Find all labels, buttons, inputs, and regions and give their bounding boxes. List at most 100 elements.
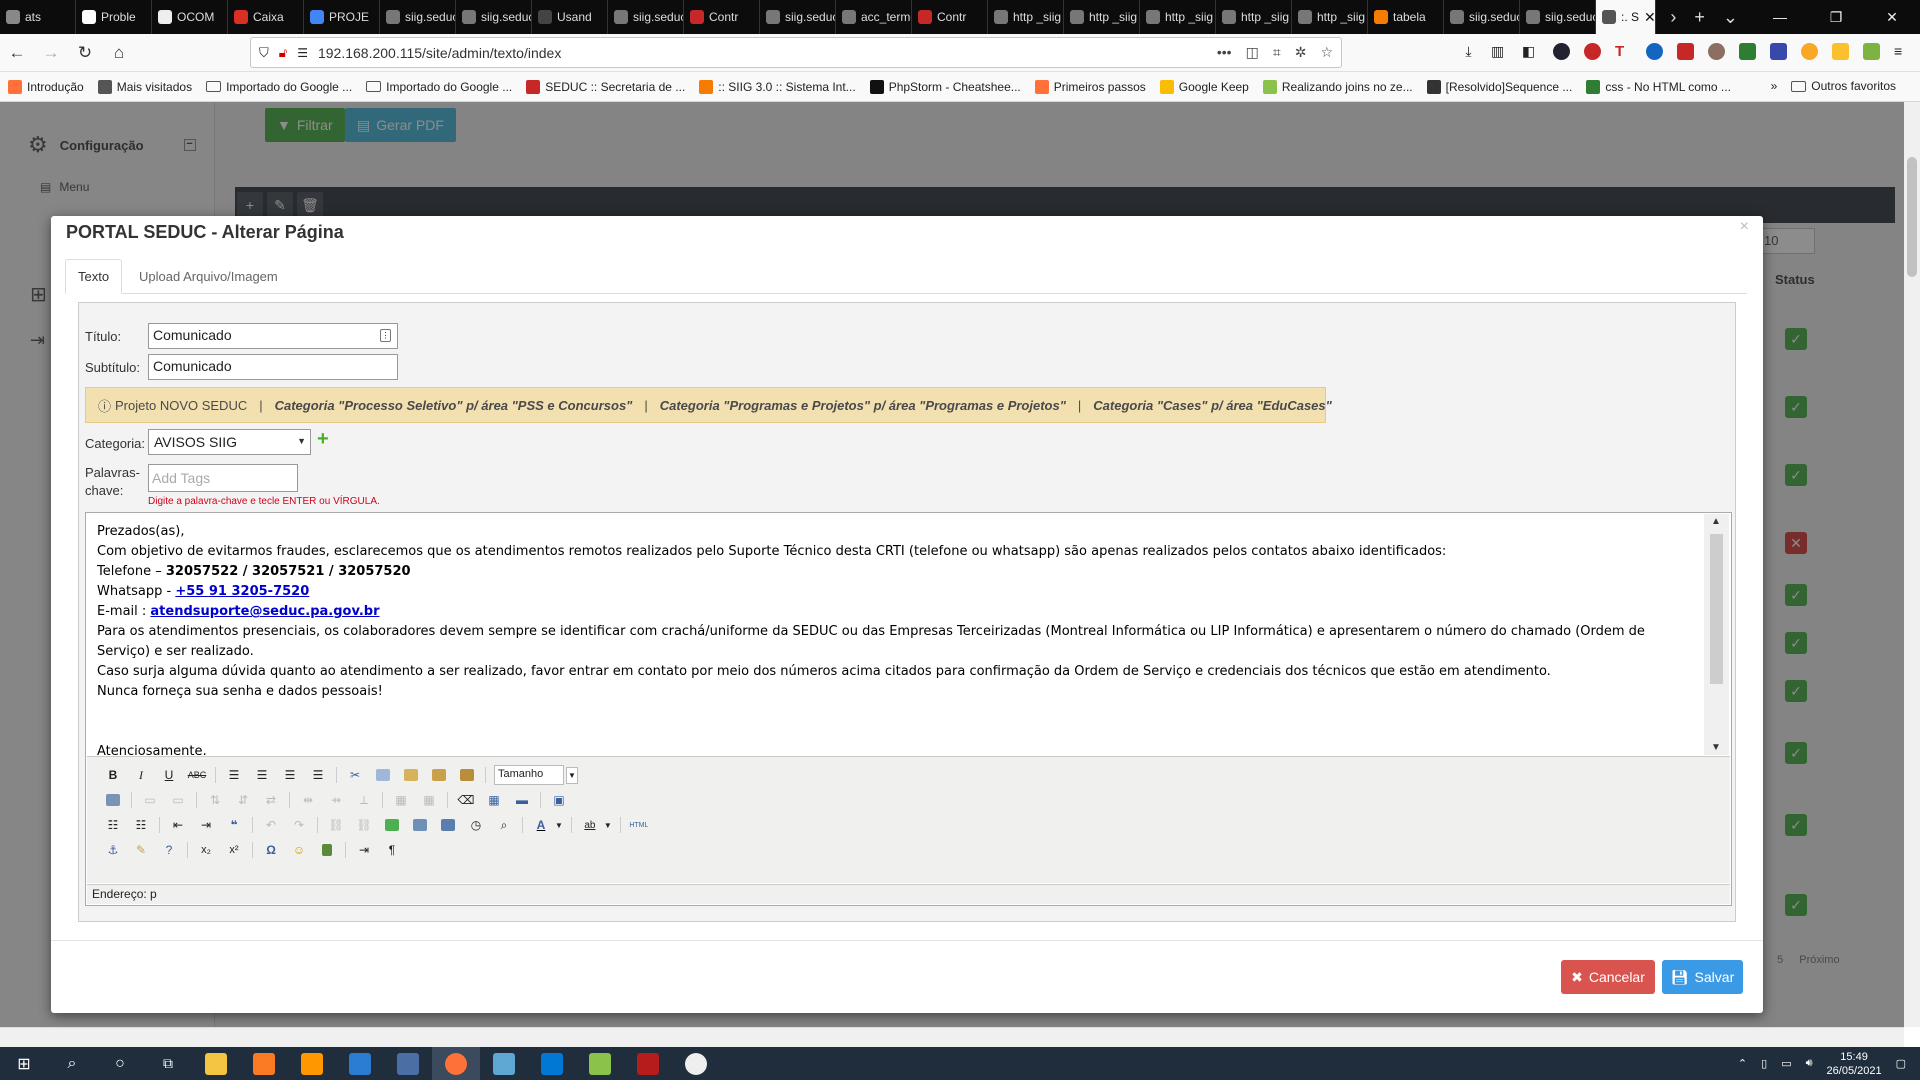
editor-content[interactable]: Prezados(as), Com objetivo de evitarmos … [87, 514, 1703, 755]
browser-tab[interactable]: Caixa [228, 0, 304, 34]
chevron-down-icon[interactable]: ▼ [566, 766, 578, 784]
font-size-select[interactable]: Tamanho [494, 765, 564, 785]
categoria-select[interactable]: AVISOS SIIG ▼ [148, 429, 311, 455]
file-explorer-icon[interactable] [192, 1047, 240, 1080]
scroll-thumb[interactable] [1710, 534, 1723, 684]
menu-icon[interactable]: ≡ [1894, 43, 1911, 60]
search-icon[interactable]: ⌕ [48, 1047, 96, 1080]
vscode-icon[interactable] [528, 1047, 576, 1080]
html-source-icon[interactable]: HTML [625, 814, 653, 836]
cleanup-icon[interactable]: ✎ [127, 839, 155, 861]
bookmark-item[interactable]: Realizando joins no ze... [1262, 79, 1413, 94]
cancel-button[interactable]: ✖ Cancelar [1561, 960, 1655, 994]
extension-badge-icon[interactable] [1677, 43, 1694, 60]
copy-icon[interactable] [369, 764, 397, 786]
browser-tab[interactable]: siig.seduc [1520, 0, 1596, 34]
start-windows-icon[interactable]: ⊞ [0, 1047, 48, 1080]
filezilla-icon[interactable] [624, 1047, 672, 1080]
tab-texto[interactable]: Texto [65, 259, 123, 294]
notifications-icon[interactable]: ▢ [1896, 1057, 1906, 1070]
paste-text-icon[interactable] [425, 764, 453, 786]
anchor-image-icon[interactable] [378, 814, 406, 836]
sublime-icon[interactable] [288, 1047, 336, 1080]
media-icon[interactable] [434, 814, 462, 836]
extension-orange-icon[interactable] [1801, 43, 1818, 60]
bullet-list-icon[interactable]: ☷ [99, 814, 127, 836]
align-right-icon[interactable]: ☰ [276, 764, 304, 786]
email-link[interactable]: atendsuporte@seduc.pa.gov.br [150, 604, 379, 619]
media-file-icon[interactable] [313, 839, 341, 861]
device-icon[interactable]: ▯ [1761, 1057, 1767, 1070]
blockquote-icon[interactable]: ❝ [220, 814, 248, 836]
split-icon[interactable]: ⟂ [350, 789, 378, 811]
bookmark-item[interactable]: Google Keep [1159, 79, 1249, 94]
page-horizontal-scrollbar[interactable] [0, 1027, 1904, 1047]
browser-tab[interactable]: OCOM [152, 0, 228, 34]
url-bar[interactable]: ⛉ 🔓︎ ☰ 192.168.200.115/site/admin/texto/… [250, 37, 1342, 68]
bookmark-item[interactable]: SEDUC :: Secretaria de ... [526, 79, 685, 94]
outdent-icon[interactable]: ⇤ [164, 814, 192, 836]
close-window-icon[interactable]: ✕ [1864, 0, 1920, 34]
clock-icon[interactable]: ◷ [462, 814, 490, 836]
subscript-icon[interactable]: x₂ [192, 839, 220, 861]
shield-icon[interactable]: ⛉ [259, 45, 269, 61]
extension-icon[interactable]: ✲ [1295, 44, 1307, 61]
browser-tab[interactable]: PROJE [304, 0, 380, 34]
browser-tab[interactable]: http _siig [1216, 0, 1292, 34]
notepad-icon[interactable] [336, 1047, 384, 1080]
active-tab[interactable]: :. S ✕ [1596, 0, 1657, 34]
reload-icon[interactable]: ↻ [68, 43, 102, 63]
page-actions-icon[interactable]: ••• [1217, 44, 1232, 61]
bookmark-item[interactable]: Introdução [8, 79, 84, 94]
home-icon[interactable]: ⌂ [102, 43, 136, 63]
underline-icon[interactable]: U [155, 764, 183, 786]
align-left-icon[interactable]: ☰ [220, 764, 248, 786]
whatsapp-link[interactable]: +55 91 3205-7520 [175, 584, 309, 599]
browser-tab[interactable]: siig.seduc [1444, 0, 1520, 34]
titulo-input[interactable]: Comunicado ⋮ [148, 323, 398, 349]
clock[interactable]: 15:49 26/05/2021 [1827, 1050, 1882, 1078]
cut-icon[interactable]: ✂ [341, 764, 369, 786]
search-replace-icon[interactable]: ⌕ [490, 814, 518, 836]
nonbreaking-icon[interactable]: ⇥ [350, 839, 378, 861]
browser-tab[interactable]: http _siig [1140, 0, 1216, 34]
italic-icon[interactable]: I [127, 764, 155, 786]
browser-tab[interactable]: http _siig [1292, 0, 1368, 34]
browser-tab[interactable]: Usand [532, 0, 608, 34]
browser-tab[interactable]: acc_termo [836, 0, 912, 34]
notepadpp-icon[interactable] [576, 1047, 624, 1080]
bookmark-item[interactable]: Primeiros passos [1034, 79, 1146, 94]
browser-tab[interactable]: http _siig [988, 0, 1064, 34]
browser-tab[interactable]: siig.seduc [380, 0, 456, 34]
browser-tab[interactable]: Contr [684, 0, 760, 34]
help-icon[interactable]: ? [155, 839, 183, 861]
close-tab-icon[interactable]: ✕ [1644, 9, 1655, 26]
minimize-icon[interactable]: — [1752, 0, 1808, 34]
bookmark-item[interactable]: Mais visitados [97, 79, 192, 94]
delete-row-icon[interactable]: ⇵ [229, 789, 257, 811]
chevron-down-icon[interactable]: ▼ [604, 821, 612, 830]
superscript-icon[interactable]: x² [220, 839, 248, 861]
bookmarks-overflow-icon[interactable]: » [1771, 79, 1778, 93]
insert-col-icon[interactable]: ⇹ [294, 789, 322, 811]
unlink-icon[interactable]: ⛓ [350, 814, 378, 836]
undo-icon[interactable]: ↶ [257, 814, 285, 836]
network-tool-icon[interactable] [384, 1047, 432, 1080]
task-view-icon[interactable]: ⧉ [144, 1047, 192, 1080]
table-icon[interactable]: ▦ [480, 789, 508, 811]
link-icon[interactable]: ⛓ [322, 814, 350, 836]
browser-tab[interactable]: ats [0, 0, 76, 34]
restore-icon[interactable]: ❐ [1808, 0, 1864, 34]
browser-tab[interactable]: siig.seduc [608, 0, 684, 34]
bookmark-item[interactable]: PhpStorm - Cheatshee... [869, 79, 1021, 94]
insert-row-icon[interactable]: ⇅ [201, 789, 229, 811]
cortana-icon[interactable]: ○ [96, 1047, 144, 1080]
image-icon[interactable] [406, 814, 434, 836]
volume-icon[interactable]: 🔊︎ [1806, 1057, 1813, 1070]
chevron-down-icon[interactable]: ▼ [555, 821, 563, 830]
text-color-icon[interactable]: A [527, 814, 555, 836]
redo-icon[interactable]: ↷ [285, 814, 313, 836]
paragraph-mark-icon[interactable]: ¶ [378, 839, 406, 861]
extension-puzzle-icon[interactable] [1863, 43, 1880, 60]
browser-tab[interactable]: siig.seduc [760, 0, 836, 34]
